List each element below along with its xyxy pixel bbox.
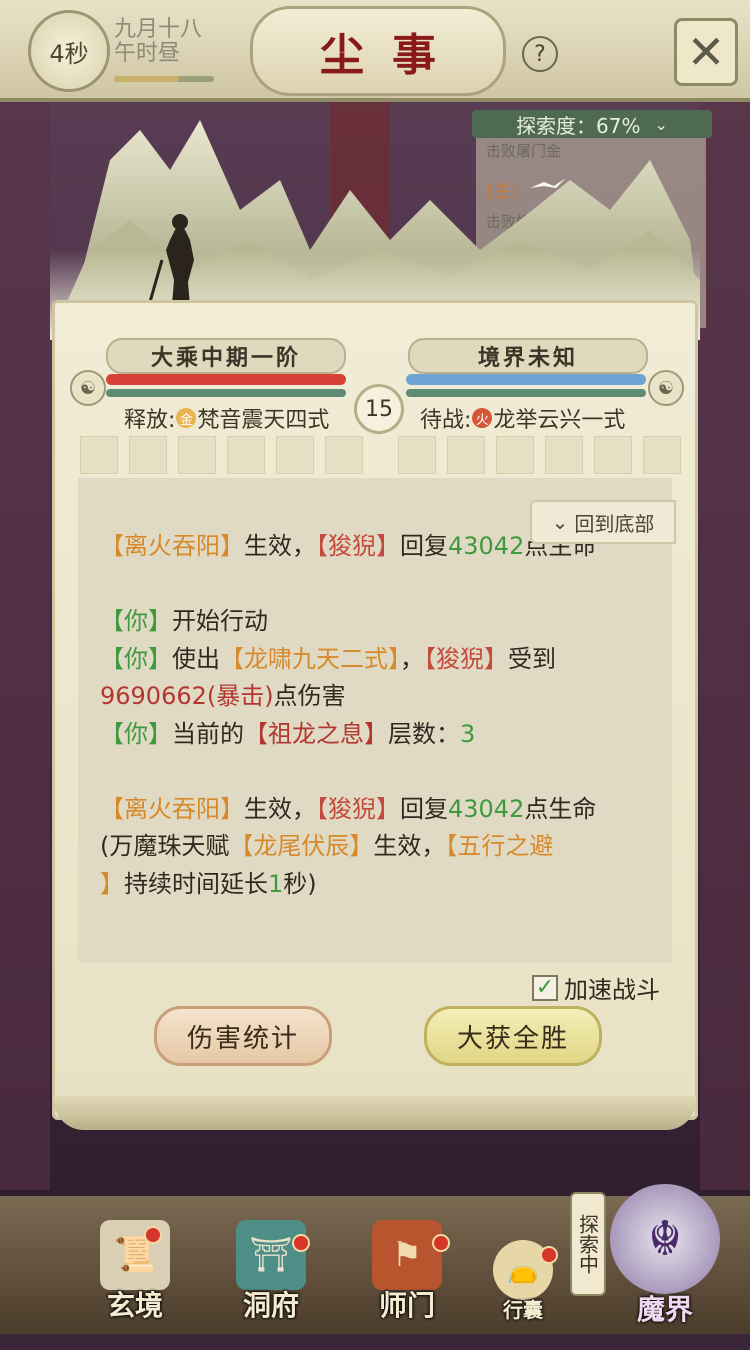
log-line: 】持续时间延长1秒): [100, 869, 317, 898]
log-line: 【你】使出【龙啸九天二式】，【狻猊】受到: [100, 644, 556, 673]
panel-scroll-bottom: [54, 1096, 696, 1130]
log-line: 【你】开始行动: [100, 607, 268, 635]
top-bar: 4秒 九月十八 午时昼 尘事 ? ✕: [0, 0, 750, 102]
notification-dot: [144, 1226, 162, 1244]
buff-slot[interactable]: [447, 436, 485, 474]
enemy-energy-bar: [406, 389, 646, 397]
buff-slot[interactable]: [80, 436, 118, 474]
nav-label: 行囊: [503, 1298, 543, 1322]
player-realm: 大乘中期一阶: [150, 345, 301, 371]
victory-label: 大获全胜: [456, 1023, 569, 1054]
date-line-1: 九月十八: [114, 17, 203, 42]
enemy-skill-name: 龙举云兴一式: [493, 408, 626, 433]
player-buff-slots: [80, 436, 363, 474]
player-energy-bar: [106, 389, 346, 397]
skill-prefix: 释放:: [124, 408, 176, 433]
crane-bird: [530, 178, 566, 188]
player-skill: 释放: 金 梵音震天四式: [124, 402, 329, 434]
buff-slot[interactable]: [496, 436, 534, 474]
metal-element-icon: 金: [176, 408, 197, 428]
checkbox-checked-icon[interactable]: ✓: [532, 974, 558, 1001]
battle-log-lines: 【离火吞阳】生效，【狻猊】回复43042点生命 【你】开始行动 【你】使出【龙啸…: [100, 528, 660, 903]
log-line: 【离火吞阳】生效，【狻猊】回复43042点生命: [100, 794, 597, 823]
pavilion-icon: ⛩: [236, 1220, 306, 1290]
log-blank-line: [100, 753, 660, 791]
log-line: 【你】当前的【祖龙之息】层数：3: [100, 719, 476, 748]
round-number: 15: [365, 396, 393, 422]
skill-prefix: 待战:: [420, 408, 472, 433]
timer-text: 4秒: [49, 39, 89, 68]
help-icon[interactable]: ?: [522, 36, 558, 72]
back-to-bottom-label: 回到底部: [574, 511, 655, 536]
log-line: (万魔珠天赋【龙尾伏辰】生效，【五行之避: [100, 832, 554, 860]
log-line: 9690662(暴击)点伤害: [100, 682, 346, 710]
buff-slot[interactable]: [227, 436, 265, 474]
player-avatar-icon[interactable]: ☯: [70, 370, 106, 406]
player-hp-bar: [106, 374, 346, 385]
game-date: 九月十八 午时昼: [114, 18, 224, 66]
nav-label: 师门: [378, 1289, 435, 1322]
background-wall-right: [700, 100, 750, 1190]
timer-badge: 4秒: [28, 10, 110, 92]
fire-element-icon: 火: [472, 408, 493, 428]
player-skill-name: 梵音震天四式: [197, 408, 330, 433]
enemy-buff-slots: [398, 436, 681, 474]
nav-item-mojie[interactable]: ☬ 魔界: [600, 1184, 730, 1330]
buff-slot[interactable]: [398, 436, 436, 474]
exploring-badge: 探索中: [570, 1192, 606, 1296]
enemy-avatar-icon[interactable]: ☯: [648, 370, 684, 406]
speed-battle-toggle[interactable]: ✓ 加速战斗: [532, 970, 660, 1005]
buff-slot[interactable]: [594, 436, 632, 474]
enemy-skill: 待战: 火 龙举云兴一式: [420, 402, 625, 434]
nav-item-xuanjing[interactable]: 📜 玄境: [80, 1220, 190, 1330]
time-progress-bar: [114, 76, 214, 82]
date-line-2: 午时昼: [114, 41, 181, 66]
round-counter: 15: [354, 384, 404, 434]
double-chevron-down-icon: ⌄: [551, 510, 569, 534]
page-title-plaque: 尘事: [250, 6, 506, 96]
buff-slot[interactable]: [325, 436, 363, 474]
enemy-hp-bar: [406, 374, 646, 385]
log-blank-line: [100, 566, 660, 604]
enemy-realm-plaque: 境界未知: [408, 338, 648, 374]
back-to-bottom-button[interactable]: ⌄ 回到底部: [530, 500, 676, 544]
background-wall-left: [0, 100, 50, 1190]
player-realm-plaque: 大乘中期一阶: [106, 338, 346, 374]
victory-button[interactable]: 大获全胜: [424, 1006, 602, 1066]
buff-slot[interactable]: [545, 436, 583, 474]
nav-item-shimen[interactable]: ⚑ 师门: [352, 1220, 462, 1330]
buff-slot[interactable]: [129, 436, 167, 474]
enemy-realm: 境界未知: [477, 345, 578, 371]
buff-slot[interactable]: [178, 436, 216, 474]
buff-slot[interactable]: [276, 436, 314, 474]
battle-log[interactable]: 【离火吞阳】生效，【狻猊】回复43042点生命 【你】开始行动 【你】使出【龙啸…: [78, 478, 672, 962]
buff-slot[interactable]: [643, 436, 681, 474]
notification-dot: [540, 1246, 558, 1264]
notification-dot: [292, 1234, 310, 1252]
banner-icon: ⚑: [372, 1220, 442, 1290]
close-icon[interactable]: ✕: [674, 18, 738, 86]
nav-label: 魔界: [636, 1293, 693, 1326]
nav-label: 洞府: [242, 1289, 299, 1322]
exploring-label: 探索中: [575, 1214, 600, 1274]
speed-battle-label: 加速战斗: [564, 976, 660, 1004]
notification-dot: [432, 1234, 450, 1252]
page-title: 尘事: [320, 30, 464, 81]
damage-stats-button[interactable]: 伤害统计: [154, 1006, 332, 1066]
demon-icon: ☬: [610, 1184, 720, 1294]
nav-item-dongfu[interactable]: ⛩ 洞府: [216, 1220, 326, 1330]
nav-label: 玄境: [106, 1289, 163, 1322]
damage-stats-label: 伤害统计: [186, 1023, 299, 1054]
